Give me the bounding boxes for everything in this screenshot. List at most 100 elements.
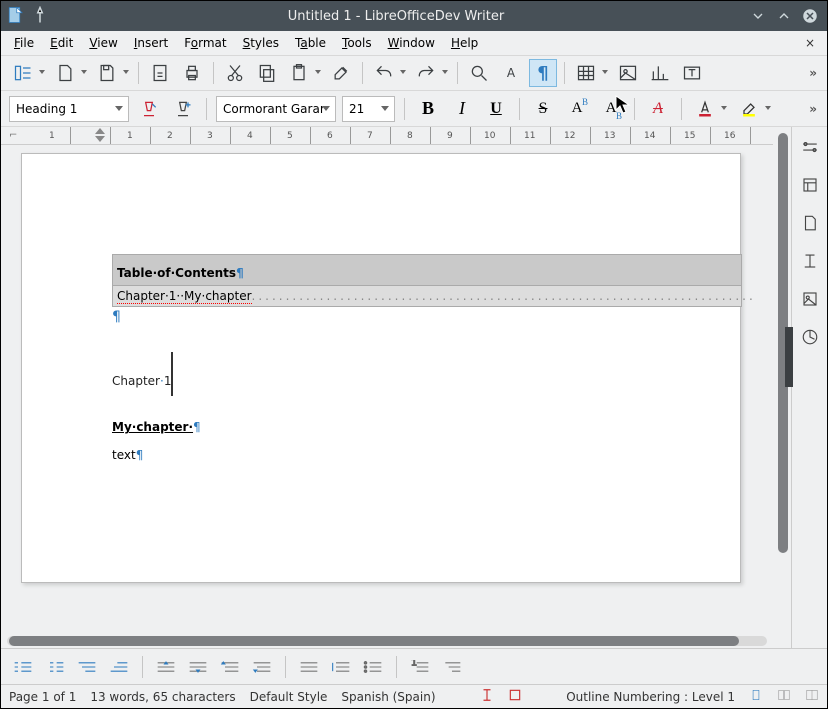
formatting-toolbar: Heading 1 Cormorant Garar 21 B I U S A A… xyxy=(1,91,827,127)
font-color-button[interactable] xyxy=(691,95,719,123)
export-pdf-button[interactable] xyxy=(146,59,174,87)
maximize-button[interactable] xyxy=(773,5,795,27)
bold-button[interactable]: B xyxy=(414,95,442,123)
page-panel-button[interactable] xyxy=(798,211,822,235)
move-down-sub-button[interactable] xyxy=(250,657,274,677)
find-button[interactable] xyxy=(465,59,493,87)
move-up-button[interactable] xyxy=(154,657,178,677)
numbering-button[interactable]: 1 xyxy=(408,657,432,677)
redo-button[interactable] xyxy=(412,59,440,87)
body-text[interactable]: text¶ xyxy=(112,447,740,463)
functions-panel-button[interactable] xyxy=(798,325,822,349)
empty-paragraph-mark: ¶ xyxy=(112,309,740,325)
format-overflow-button[interactable]: » xyxy=(805,102,819,116)
document-area[interactable]: Table·of·Contents¶ Chapter·1··My·chapter… xyxy=(1,145,773,634)
workarea: ⌐ 1 1 2 3 4 5 6 7 8 9 10 11 12 13 xyxy=(1,127,827,648)
window-title: Untitled 1 - LibreOfficeDev Writer xyxy=(49,9,743,24)
sidebar xyxy=(791,127,827,648)
clear-formatting-button[interactable]: A xyxy=(644,95,672,123)
gallery-panel-button[interactable] xyxy=(798,249,822,273)
copy-button[interactable] xyxy=(253,59,281,87)
outline-button[interactable] xyxy=(440,657,464,677)
restart-number-button[interactable] xyxy=(329,657,353,677)
bullets-button[interactable] xyxy=(361,657,385,677)
navigator-panel-button[interactable] xyxy=(798,287,822,311)
new-style-button[interactable] xyxy=(169,95,197,123)
formatting-marks-button[interactable]: ¶ xyxy=(529,59,557,87)
minimize-button[interactable] xyxy=(747,5,769,27)
vertical-scrollbar[interactable] xyxy=(773,127,791,648)
menu-insert[interactable]: Insert xyxy=(127,33,175,53)
print-button[interactable] xyxy=(178,59,206,87)
font-size-combo[interactable]: 21 xyxy=(342,96,395,122)
list-demote-button[interactable] xyxy=(75,657,99,677)
menu-help[interactable]: Help xyxy=(444,33,485,53)
cut-button[interactable] xyxy=(221,59,249,87)
bottom-toolbar: 1 xyxy=(1,648,827,684)
horizontal-scrollbar[interactable] xyxy=(1,634,773,648)
status-page[interactable]: Page 1 of 1 xyxy=(9,690,76,704)
status-insert-mode[interactable] xyxy=(480,688,494,705)
menu-file[interactable]: File xyxy=(7,33,41,53)
horizontal-ruler[interactable]: ⌐ 1 1 2 3 4 5 6 7 8 9 10 11 12 13 xyxy=(1,127,773,145)
strikethrough-button[interactable]: S xyxy=(529,95,557,123)
paste-button[interactable] xyxy=(285,59,313,87)
toolbar-overflow-button[interactable]: » xyxy=(805,66,819,80)
menu-window[interactable]: Window xyxy=(381,33,442,53)
statusbar: Page 1 of 1 13 words, 65 characters Defa… xyxy=(1,684,827,708)
superscript-button[interactable]: A xyxy=(563,95,591,123)
sidebar-toggle-button[interactable] xyxy=(9,59,37,87)
heading-subchapter[interactable]: My·chapter·¶ xyxy=(112,408,740,437)
list-indent-out-button[interactable] xyxy=(11,657,35,677)
app-window: Untitled 1 - LibreOfficeDev Writer File … xyxy=(0,0,828,709)
status-outline[interactable]: Outline Numbering : Level 1 xyxy=(566,690,735,704)
underline-button[interactable]: U xyxy=(482,95,510,123)
subscript-button[interactable]: A xyxy=(597,95,625,123)
new-button[interactable] xyxy=(51,59,79,87)
save-button[interactable] xyxy=(93,59,121,87)
insert-image-button[interactable] xyxy=(614,59,642,87)
properties-panel-button[interactable] xyxy=(798,135,822,159)
paragraph-style-combo[interactable]: Heading 1 xyxy=(9,96,129,122)
svg-text:1: 1 xyxy=(411,660,417,668)
list-indent-in-button[interactable] xyxy=(43,657,67,677)
toc-title[interactable]: Table·of·Contents¶ xyxy=(112,254,742,286)
close-document-button[interactable]: × xyxy=(799,33,821,53)
main-toolbar: A ¶ » xyxy=(1,55,827,91)
font-name-combo[interactable]: Cormorant Garar xyxy=(216,96,336,122)
sidebar-grip[interactable] xyxy=(785,327,793,387)
list-promote-button[interactable] xyxy=(107,657,131,677)
no-number-button[interactable] xyxy=(297,657,321,677)
insert-textbox-button[interactable] xyxy=(678,59,706,87)
page[interactable]: Table·of·Contents¶ Chapter·1··My·chapter… xyxy=(21,153,741,583)
status-words[interactable]: 13 words, 65 characters xyxy=(90,690,235,704)
status-view-multi[interactable] xyxy=(777,688,791,705)
update-style-button[interactable] xyxy=(135,95,163,123)
styles-panel-button[interactable] xyxy=(798,173,822,197)
close-button[interactable] xyxy=(799,5,821,27)
move-up-sub-button[interactable] xyxy=(218,657,242,677)
italic-button[interactable]: I xyxy=(448,95,476,123)
toc-entry[interactable]: Chapter·1··My·chapter...................… xyxy=(112,286,742,307)
heading-chapter[interactable]: Chapter·1 xyxy=(112,343,740,396)
menu-styles[interactable]: Styles xyxy=(236,33,286,53)
insert-chart-button[interactable] xyxy=(646,59,674,87)
menu-table[interactable]: Table xyxy=(288,33,333,53)
status-view-single[interactable] xyxy=(749,688,763,705)
status-language[interactable]: Spanish (Spain) xyxy=(341,690,435,704)
status-view-book[interactable] xyxy=(805,688,819,705)
pin-icon[interactable] xyxy=(31,6,49,27)
menu-view[interactable]: View xyxy=(82,33,124,53)
menu-format[interactable]: Format xyxy=(177,33,233,53)
status-style[interactable]: Default Style xyxy=(250,690,328,704)
menu-tools[interactable]: Tools xyxy=(335,33,379,53)
undo-button[interactable] xyxy=(370,59,398,87)
clone-formatting-button[interactable] xyxy=(327,59,355,87)
spellcheck-button[interactable]: A xyxy=(497,59,525,87)
toc-block[interactable]: Table·of·Contents¶ Chapter·1··My·chapter… xyxy=(112,254,742,307)
insert-table-button[interactable] xyxy=(572,59,600,87)
menu-edit[interactable]: Edit xyxy=(43,33,80,53)
move-down-button[interactable] xyxy=(186,657,210,677)
highlight-button[interactable] xyxy=(735,95,763,123)
status-selection-mode[interactable] xyxy=(508,688,522,705)
